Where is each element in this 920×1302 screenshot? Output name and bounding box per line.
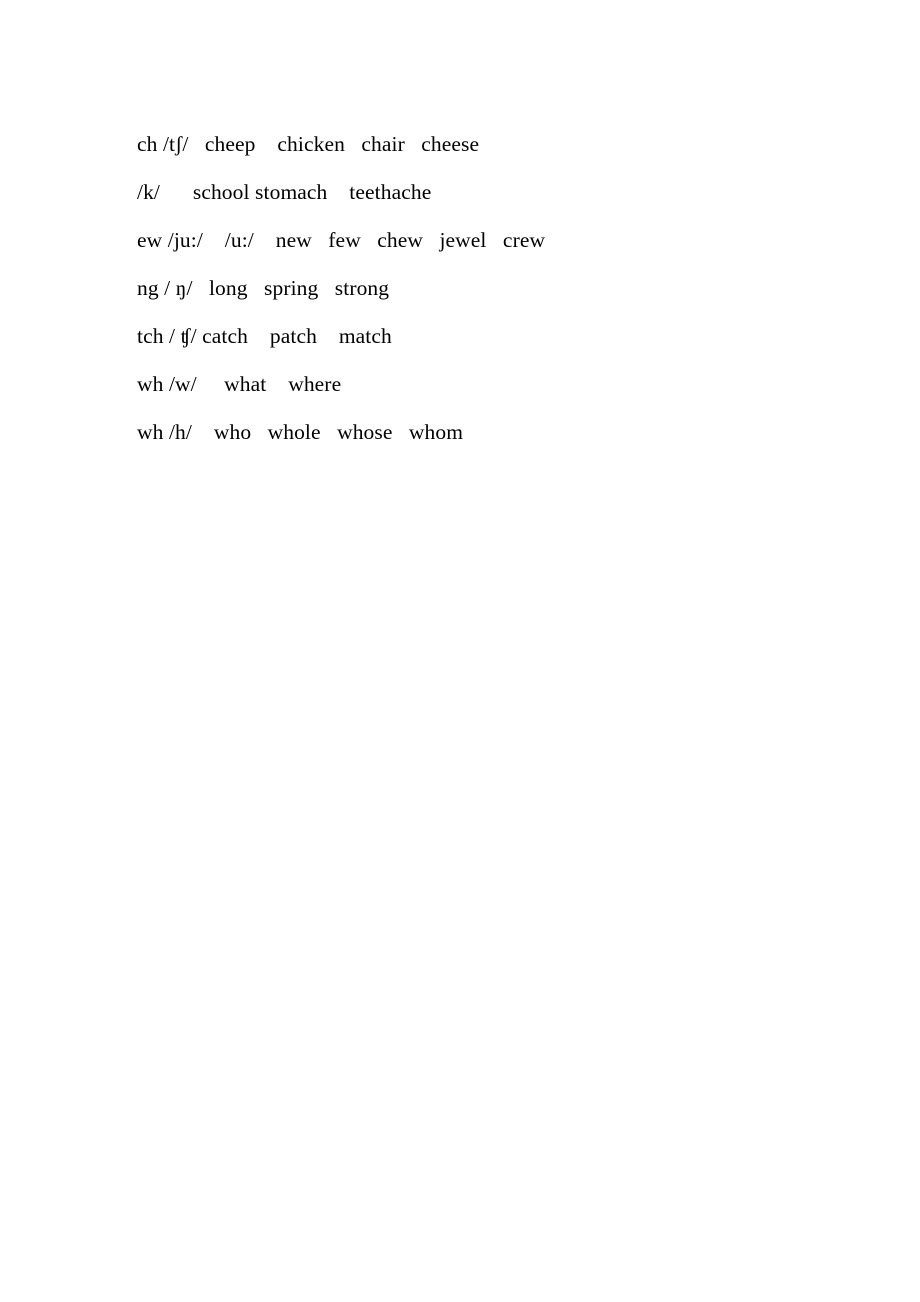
text-line-wh-w: wh /w/ what where <box>137 372 342 396</box>
text-line-k: /k/ school stomach teethache <box>137 180 432 204</box>
document-page: ch /tʃ/ cheep chicken chair cheese /k/ s… <box>0 0 920 1302</box>
text-line-ng: ng / ŋ/ long spring strong <box>137 276 390 300</box>
text-line-wh-h: wh /h/ who whole whose whom <box>137 420 464 444</box>
document-body: ch /tʃ/ cheep chicken chair cheese /k/ s… <box>137 120 837 456</box>
text-line-ch: ch /tʃ/ cheep chicken chair cheese <box>137 132 480 156</box>
text-line-ew: ew /ju:/ /u:/ new few chew jewel crew <box>137 228 546 252</box>
text-line-tch: tch / ʧ/ catch patch match <box>137 324 392 348</box>
